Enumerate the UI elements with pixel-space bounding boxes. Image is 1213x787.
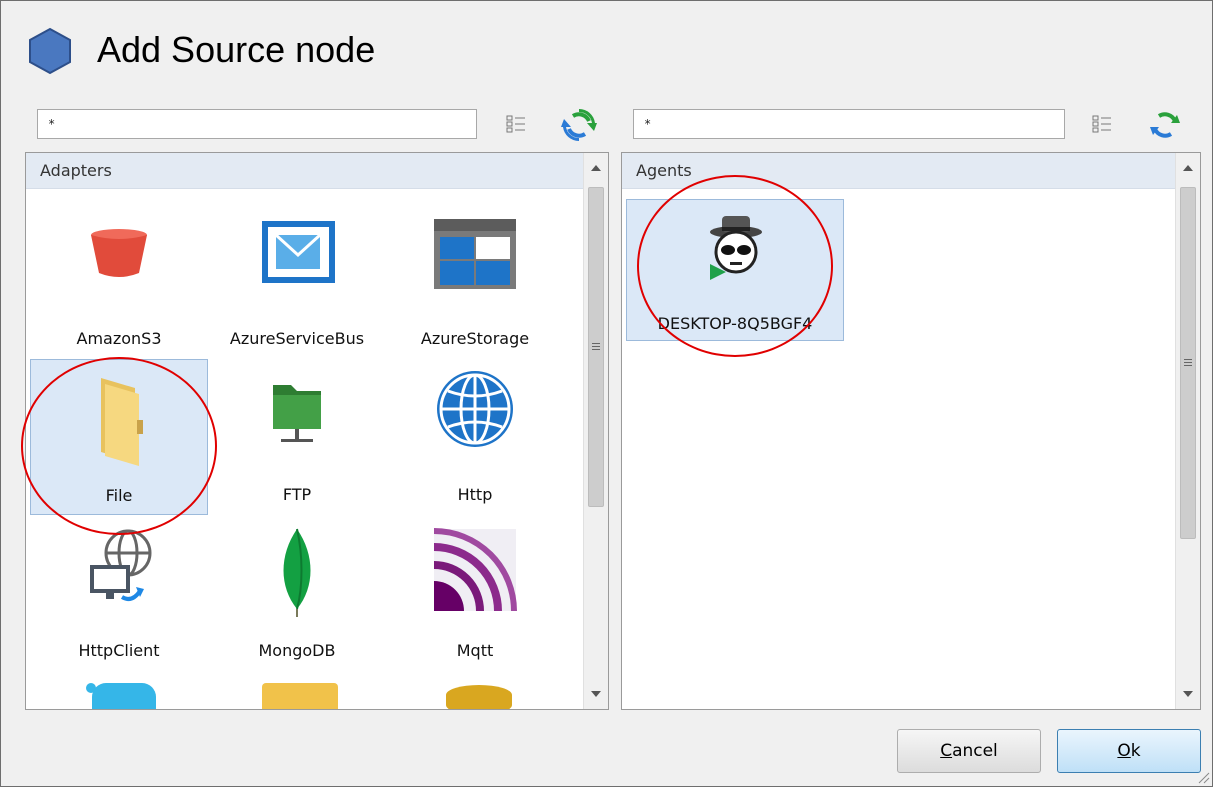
adapter-tile-ftp[interactable]: FTP bbox=[208, 359, 386, 515]
agents-panel: Agents DESKTOP-8Q5BGF4 bbox=[621, 152, 1201, 710]
cancel-hotkey: C bbox=[940, 741, 953, 761]
cancel-button[interactable]: Cancel bbox=[897, 729, 1041, 773]
view-list-icon[interactable] bbox=[505, 113, 527, 135]
resize-grip-icon[interactable] bbox=[1196, 770, 1210, 784]
adapter-label: File bbox=[105, 486, 133, 505]
adapter-label: AzureServiceBus bbox=[229, 329, 365, 348]
adapters-scrollbar[interactable] bbox=[583, 153, 608, 709]
agents-header: Agents bbox=[622, 153, 1175, 189]
refresh-icon[interactable] bbox=[561, 107, 597, 143]
adapter-tile-partial bbox=[446, 685, 512, 709]
scroll-up-icon[interactable] bbox=[1183, 165, 1193, 171]
agent-spy-icon bbox=[710, 216, 762, 280]
bucket-icon bbox=[91, 229, 147, 277]
mqtt-icon bbox=[433, 528, 517, 612]
scroll-up-icon[interactable] bbox=[591, 165, 601, 171]
agents-search-input[interactable] bbox=[633, 109, 1065, 139]
adapters-panel: Adapters AmazonS3 AzureServiceBus AzureS… bbox=[25, 152, 609, 710]
adapter-tile-mqtt[interactable]: Mqtt bbox=[386, 515, 564, 671]
scroll-down-icon[interactable] bbox=[591, 691, 601, 697]
agents-scrollbar[interactable] bbox=[1175, 153, 1200, 709]
adapter-label: Http bbox=[457, 485, 493, 504]
adapter-tile-mongodb[interactable]: MongoDB bbox=[208, 515, 386, 671]
adapter-tile-file[interactable]: File bbox=[30, 359, 208, 515]
dialog-title: Add Source node bbox=[97, 29, 376, 70]
add-source-node-dialog: Add Source node Adapters AmazonS3 bbox=[0, 0, 1213, 787]
adapter-tile-azurestorage[interactable]: AzureStorage bbox=[386, 203, 564, 359]
adapter-tile-httpclient[interactable]: HttpClient bbox=[30, 515, 208, 671]
adapter-label: MongoDB bbox=[258, 641, 336, 660]
adapter-tile-partial-dot bbox=[86, 683, 96, 693]
hexagon-node-icon bbox=[29, 27, 71, 75]
adapter-label: AzureStorage bbox=[420, 329, 530, 348]
folder-icon bbox=[101, 378, 143, 466]
ok-button[interactable]: Ok bbox=[1057, 729, 1201, 773]
adapter-label: HttpClient bbox=[78, 641, 160, 660]
view-list-icon[interactable] bbox=[1091, 113, 1113, 135]
globe-icon bbox=[437, 371, 513, 447]
scroll-down-icon[interactable] bbox=[1183, 691, 1193, 697]
adapter-tile-partial bbox=[262, 683, 338, 709]
adapters-header: Adapters bbox=[26, 153, 583, 189]
refresh-icon[interactable] bbox=[1147, 107, 1183, 143]
agent-tile-desktop[interactable]: DESKTOP-8Q5BGF4 bbox=[626, 199, 844, 341]
globe-computer-icon bbox=[90, 529, 152, 601]
adapter-tile-partial bbox=[92, 683, 156, 709]
scrollbar-thumb[interactable] bbox=[588, 187, 604, 507]
envelope-icon bbox=[262, 221, 335, 283]
adapter-tile-azureservicebus[interactable]: AzureServiceBus bbox=[208, 203, 386, 359]
storage-grid-icon bbox=[434, 219, 516, 289]
ok-hotkey: O bbox=[1117, 741, 1131, 761]
leaf-icon bbox=[283, 528, 311, 617]
adapter-label: Mqtt bbox=[456, 641, 494, 660]
adapter-tile-amazons3[interactable]: AmazonS3 bbox=[30, 203, 208, 359]
cancel-label: ancel bbox=[952, 741, 998, 761]
ok-label: k bbox=[1130, 741, 1141, 761]
adapter-label: FTP bbox=[282, 485, 312, 504]
agent-label: DESKTOP-8Q5BGF4 bbox=[657, 314, 813, 333]
adapter-tile-http[interactable]: Http bbox=[386, 359, 564, 515]
adapters-search-input[interactable] bbox=[37, 109, 477, 139]
network-folder-icon bbox=[273, 385, 321, 442]
adapter-label: AmazonS3 bbox=[76, 329, 162, 348]
scrollbar-thumb[interactable] bbox=[1180, 187, 1196, 539]
